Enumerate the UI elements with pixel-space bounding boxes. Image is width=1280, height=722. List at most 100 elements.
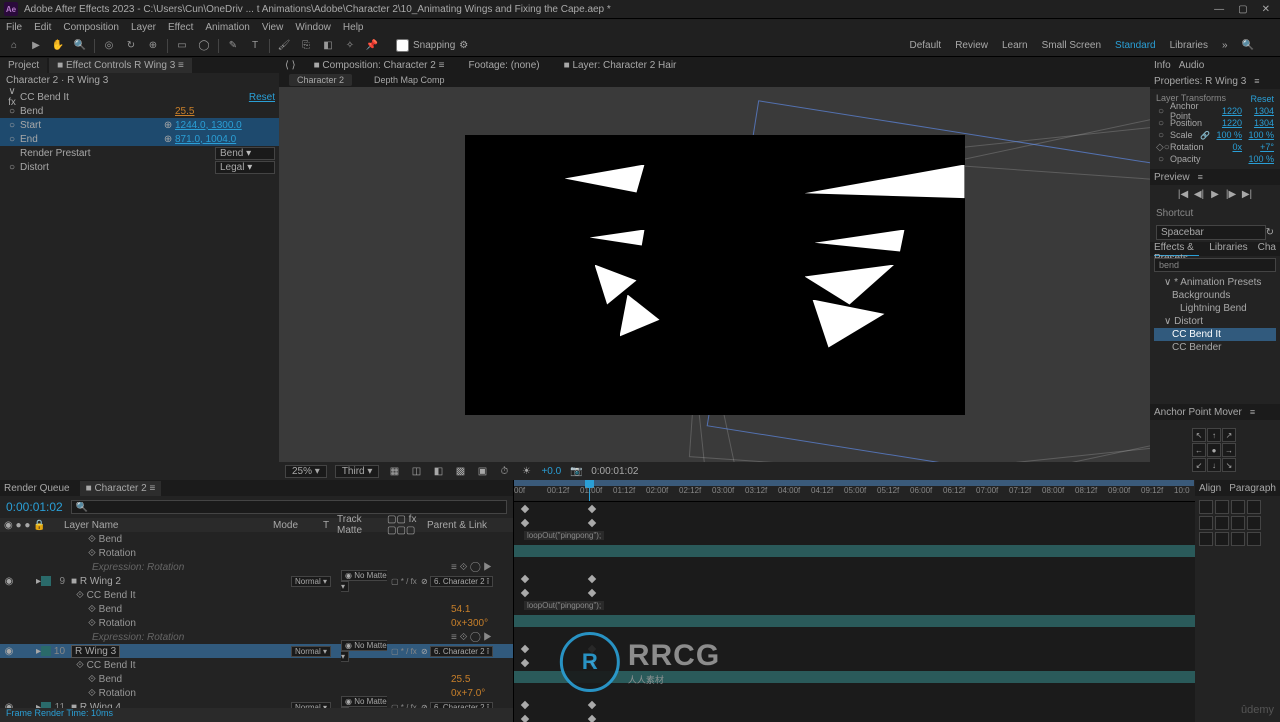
tab-composition[interactable]: ■ Composition: Character 2 ≡: [308, 58, 451, 73]
layer-row[interactable]: ◉▸11■ R Wing 4Normal ▾◉ No Matte ▾▢ * / …: [0, 700, 513, 708]
hand-tool-icon[interactable]: ✋: [50, 38, 66, 54]
workspace-default[interactable]: Default: [910, 40, 942, 51]
track-row[interactable]: [514, 712, 1195, 722]
layer-row[interactable]: ◉▸9■ R Wing 2Normal ▾◉ No Matte ▾▢ * / f…: [0, 574, 513, 588]
track-row[interactable]: [514, 586, 1195, 600]
tab-effect-controls[interactable]: ■ Effect Controls R Wing 3 ≡: [49, 58, 192, 73]
tab-project[interactable]: Project: [0, 58, 47, 73]
snap-opts-icon[interactable]: ⚙: [459, 40, 468, 51]
layer-search-input[interactable]: [71, 500, 507, 514]
track-row[interactable]: [514, 544, 1195, 558]
pen-tool-icon[interactable]: ✎: [225, 38, 241, 54]
apm-c[interactable]: ●: [1207, 443, 1221, 457]
zoom-dropdown[interactable]: 25% ▾: [285, 465, 327, 478]
current-timecode[interactable]: 0:00:01:02: [6, 500, 63, 514]
tree-distort[interactable]: ∨ Distort: [1154, 315, 1276, 328]
menu-animation[interactable]: Animation: [205, 22, 249, 33]
minimize-button[interactable]: —: [1214, 4, 1224, 15]
tab-align[interactable]: Align: [1199, 483, 1221, 494]
track-row[interactable]: [514, 698, 1195, 712]
property-row[interactable]: ⟐ Bend25.5: [0, 672, 513, 686]
breadcrumb-comp[interactable]: Character 2: [289, 74, 352, 86]
menu-help[interactable]: Help: [343, 22, 364, 33]
shortcut-cycle-icon[interactable]: ↻: [1266, 227, 1274, 238]
menu-layer[interactable]: Layer: [131, 22, 156, 33]
tab-paragraph[interactable]: Paragraph: [1229, 483, 1276, 494]
selection-tool-icon[interactable]: ▶: [28, 38, 44, 54]
bend-value[interactable]: 25.5: [175, 106, 275, 117]
apm-br[interactable]: ↘: [1222, 458, 1236, 472]
mask-icon[interactable]: ◫: [409, 466, 423, 477]
apm-tl[interactable]: ↖: [1192, 428, 1206, 442]
shortcut-dropdown[interactable]: Spacebar: [1156, 225, 1266, 240]
property-row[interactable]: ⟐ Bend54.1: [0, 602, 513, 616]
menu-file[interactable]: File: [6, 22, 22, 33]
track-row[interactable]: loopOut("pingpong");: [514, 600, 1195, 614]
play-icon[interactable]: ▶: [1209, 189, 1221, 200]
track-row[interactable]: [514, 558, 1195, 572]
exposure-icon[interactable]: ☀: [519, 466, 533, 477]
composition-viewer[interactable]: [279, 87, 1150, 462]
property-row[interactable]: ⟐ CC Bend It: [0, 588, 513, 602]
channel-icon[interactable]: ◧: [431, 466, 445, 477]
puppet-tool-icon[interactable]: 📌: [364, 38, 380, 54]
effect-name[interactable]: CC Bend It: [20, 92, 249, 103]
property-row[interactable]: ⟐ Rotation0x+300°: [0, 616, 513, 630]
tree-animation-presets[interactable]: ∨ * Animation Presets: [1154, 276, 1276, 289]
expression-text[interactable]: loopOut("pingpong");: [524, 531, 604, 540]
tab-footage[interactable]: Footage: (none): [462, 58, 545, 73]
resolution-dropdown[interactable]: Third ▾: [335, 465, 380, 478]
ellipse-tool-icon[interactable]: ◯: [196, 38, 212, 54]
track-row[interactable]: loopOut("pingpong");: [514, 530, 1195, 544]
menu-view[interactable]: View: [262, 22, 284, 33]
close-button[interactable]: ✕: [1262, 4, 1270, 15]
next-frame-icon[interactable]: |▶: [1225, 189, 1237, 200]
workspace-review[interactable]: Review: [955, 40, 988, 51]
maximize-button[interactable]: ▢: [1238, 4, 1247, 15]
tab-anchor-point-mover[interactable]: Anchor Point Mover: [1154, 407, 1242, 418]
breadcrumb-depth[interactable]: Depth Map Comp: [366, 74, 453, 86]
orbit-tool-icon[interactable]: ◎: [101, 38, 117, 54]
transparency-icon[interactable]: ▩: [453, 466, 467, 477]
brush-tool-icon[interactable]: 🖌: [276, 38, 292, 54]
comp-nav-icon[interactable]: ⟨ ⟩: [285, 60, 296, 71]
track-row[interactable]: [514, 572, 1195, 586]
snapping-checkbox[interactable]: [396, 39, 409, 52]
workspace-libraries[interactable]: Libraries: [1170, 40, 1208, 51]
tab-preview[interactable]: Preview: [1154, 172, 1190, 183]
clone-tool-icon[interactable]: ⎘: [298, 38, 314, 54]
roto-tool-icon[interactable]: ✧: [342, 38, 358, 54]
grid-icon[interactable]: ▦: [387, 466, 401, 477]
apm-t[interactable]: ↑: [1207, 428, 1221, 442]
property-row[interactable]: ⟐ Rotation: [0, 546, 513, 560]
track-row[interactable]: [514, 614, 1195, 628]
text-tool-icon[interactable]: T: [247, 38, 263, 54]
end-value[interactable]: 871.0, 1004.0: [175, 134, 275, 145]
workspace-standard[interactable]: Standard: [1115, 40, 1156, 51]
expression-row[interactable]: Expression: Rotation≡ ⟐ ◯ ▶: [0, 560, 513, 574]
effects-search-input[interactable]: [1154, 258, 1276, 272]
menu-effect[interactable]: Effect: [168, 22, 193, 33]
rotate-tool-icon[interactable]: ↻: [123, 38, 139, 54]
apm-tr[interactable]: ↗: [1222, 428, 1236, 442]
snapshot-icon[interactable]: 📷: [569, 466, 583, 477]
distort-dropdown[interactable]: Legal ▾: [215, 161, 275, 174]
tree-lightning-bend[interactable]: Lightning Bend: [1154, 302, 1276, 315]
menu-composition[interactable]: Composition: [63, 22, 119, 33]
menu-window[interactable]: Window: [295, 22, 331, 33]
search-icon[interactable]: 🔍: [1242, 40, 1254, 51]
crosshair-icon[interactable]: ⊕: [164, 120, 172, 131]
tab-audio[interactable]: Audio: [1179, 60, 1205, 71]
first-frame-icon[interactable]: |◀: [1177, 189, 1189, 200]
menu-edit[interactable]: Edit: [34, 22, 51, 33]
region-icon[interactable]: ▣: [475, 466, 489, 477]
tree-backgrounds[interactable]: Backgrounds: [1154, 289, 1276, 302]
track-row[interactable]: [514, 502, 1195, 516]
time-ruler[interactable]: 00f00:12f01:00f01:12f02:00f02:12f03:00f0…: [514, 480, 1195, 502]
apm-l[interactable]: ←: [1192, 443, 1206, 457]
workspace-learn[interactable]: Learn: [1002, 40, 1028, 51]
tab-layer[interactable]: ■ Layer: Character 2 Hair: [558, 58, 683, 73]
prev-frame-icon[interactable]: ◀|: [1193, 189, 1205, 200]
timecode-icon[interactable]: ⏱: [497, 466, 511, 477]
expression-text[interactable]: loopOut("pingpong");: [524, 601, 604, 610]
